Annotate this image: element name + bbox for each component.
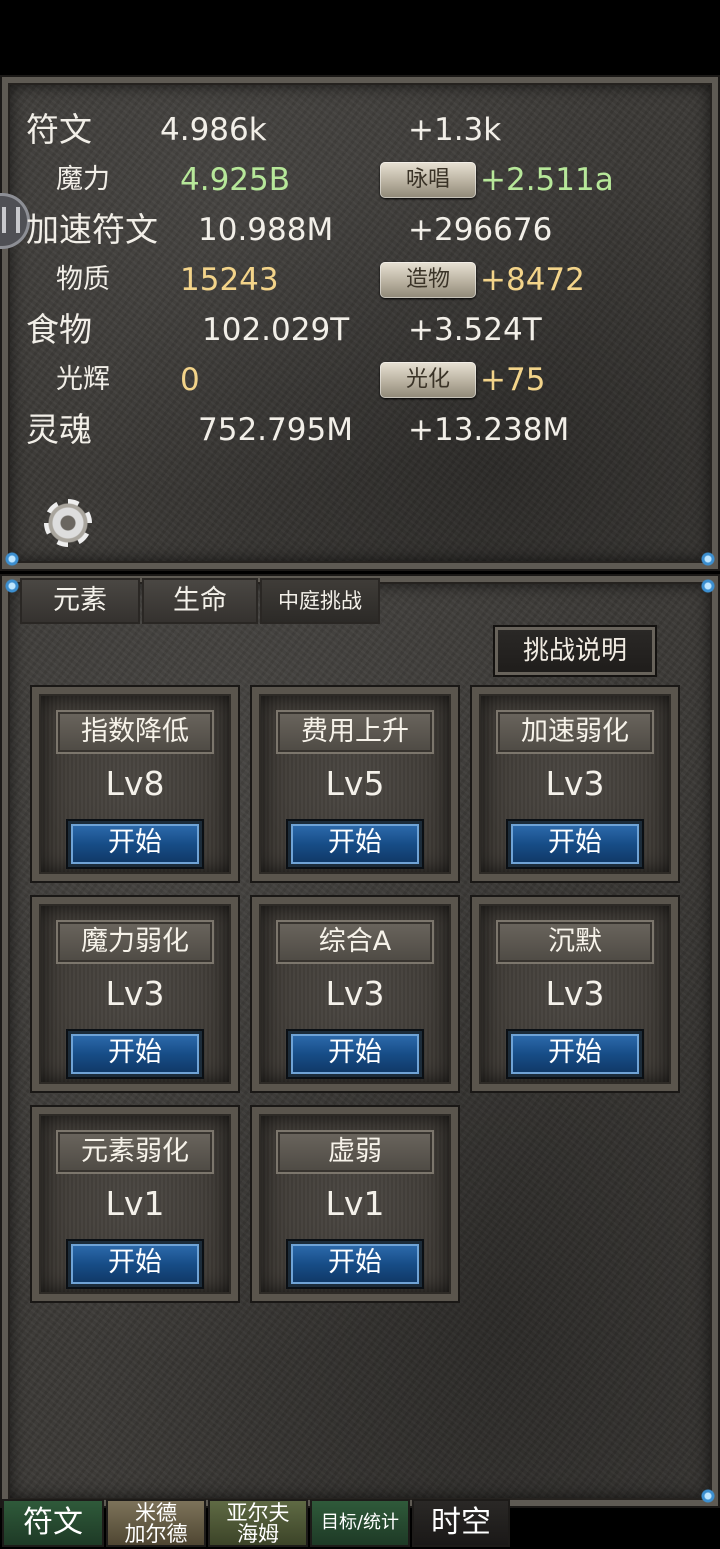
resource-value: 102.029T bbox=[202, 312, 350, 348]
challenge-title: 综合A bbox=[276, 920, 434, 964]
nav-tab-goals-stats[interactable]: 目标/统计 bbox=[310, 1499, 410, 1547]
challenge-start-button[interactable]: 开始 bbox=[288, 1031, 422, 1077]
nav-label-line: 米德 bbox=[135, 1501, 177, 1525]
resource-rate: +2.511a bbox=[480, 162, 614, 198]
resource-row: 光辉 0 光化 +75 bbox=[0, 358, 720, 402]
resource-action-button[interactable]: 造物 bbox=[380, 262, 476, 298]
challenge-title: 费用上升 bbox=[276, 710, 434, 754]
nav-tab-midgard[interactable]: 米德 加尔德 bbox=[106, 1499, 206, 1547]
challenge-level: Lv1 bbox=[325, 1184, 385, 1223]
tab-shengming[interactable]: 生命 bbox=[142, 578, 258, 624]
resource-row: 符文 4.986k +1.3k bbox=[0, 108, 720, 152]
resource-rate: +75 bbox=[480, 362, 546, 398]
challenge-title: 指数降低 bbox=[56, 710, 214, 754]
resource-name: 食物 bbox=[26, 310, 92, 349]
resource-row: 加速符文 10.988M +296676 bbox=[0, 208, 720, 252]
resource-row: 物质 15243 造物 +8472 bbox=[0, 258, 720, 302]
challenge-title: 魔力弱化 bbox=[56, 920, 214, 964]
challenge-card: 虚弱 Lv1 开始 bbox=[252, 1107, 458, 1301]
challenge-card: 魔力弱化 Lv3 开始 bbox=[32, 897, 238, 1091]
resource-row: 食物 102.029T +3.524T bbox=[0, 308, 720, 352]
challenge-start-button[interactable]: 开始 bbox=[288, 821, 422, 867]
resource-action-button[interactable]: 光化 bbox=[380, 362, 476, 398]
resource-rate: +296676 bbox=[408, 212, 553, 248]
challenge-title: 加速弱化 bbox=[496, 710, 654, 754]
corner-gem-icon bbox=[0, 545, 26, 573]
tab-zhongting-challenge[interactable]: 中庭挑战 bbox=[260, 578, 380, 624]
challenge-title: 沉默 bbox=[496, 920, 654, 964]
challenge-card: 沉默 Lv3 开始 bbox=[472, 897, 678, 1091]
challenge-level: Lv5 bbox=[325, 764, 385, 803]
resource-rate: +3.524T bbox=[408, 312, 542, 348]
challenge-card: 指数降低 Lv8 开始 bbox=[32, 687, 238, 881]
challenge-start-button[interactable]: 开始 bbox=[68, 1031, 202, 1077]
resource-name: 符文 bbox=[26, 110, 92, 149]
challenge-title: 元素弱化 bbox=[56, 1130, 214, 1174]
challenge-start-button[interactable]: 开始 bbox=[68, 821, 202, 867]
tab-yuansu[interactable]: 元素 bbox=[20, 578, 140, 624]
resource-value: 15243 bbox=[180, 262, 279, 298]
challenge-card: 综合A Lv3 开始 bbox=[252, 897, 458, 1091]
nav-label-line: 海姆 bbox=[237, 1522, 279, 1546]
challenge-title: 虚弱 bbox=[276, 1130, 434, 1174]
challenge-start-button[interactable]: 开始 bbox=[508, 1031, 642, 1077]
resource-rate: +8472 bbox=[480, 262, 585, 298]
resource-value: 752.795M bbox=[198, 412, 353, 448]
challenge-start-button[interactable]: 开始 bbox=[68, 1241, 202, 1287]
corner-gem-icon bbox=[694, 1482, 720, 1510]
resource-name: 魔力 bbox=[56, 164, 110, 195]
challenge-level: Lv8 bbox=[105, 764, 165, 803]
nav-tab-fuwen[interactable]: 符文 bbox=[2, 1499, 104, 1547]
challenge-explain-button[interactable]: 挑战说明 bbox=[495, 627, 655, 675]
nav-tab-spacetime[interactable]: 时空 bbox=[412, 1499, 510, 1547]
resource-value: 4.986k bbox=[160, 112, 267, 148]
resource-row: 灵魂 752.795M +13.238M bbox=[0, 408, 720, 452]
resource-rate: +13.238M bbox=[408, 412, 570, 448]
resource-name: 光辉 bbox=[56, 364, 110, 395]
challenge-level: Lv3 bbox=[325, 974, 385, 1013]
resource-value: 4.925B bbox=[180, 162, 291, 198]
nav-label-line: 加尔德 bbox=[124, 1522, 188, 1546]
nav-label-line: 亚尔夫 bbox=[226, 1501, 290, 1525]
resource-value: 10.988M bbox=[198, 212, 334, 248]
challenge-start-button[interactable]: 开始 bbox=[288, 1241, 422, 1287]
resource-value: 0 bbox=[180, 362, 200, 398]
challenge-level: Lv3 bbox=[105, 974, 165, 1013]
challenge-card: 费用上升 Lv5 开始 bbox=[252, 687, 458, 881]
challenge-level: Lv3 bbox=[545, 974, 605, 1013]
resource-name: 灵魂 bbox=[26, 410, 92, 449]
resource-name: 加速符文 bbox=[26, 210, 158, 249]
challenge-level: Lv1 bbox=[105, 1184, 165, 1223]
challenge-card: 加速弱化 Lv3 开始 bbox=[472, 687, 678, 881]
nav-tab-alfheim[interactable]: 亚尔夫 海姆 bbox=[208, 1499, 308, 1547]
corner-gem-icon bbox=[694, 545, 720, 573]
gear-icon[interactable] bbox=[44, 499, 92, 547]
resource-name: 物质 bbox=[56, 264, 110, 295]
challenge-level: Lv3 bbox=[545, 764, 605, 803]
challenge-start-button[interactable]: 开始 bbox=[508, 821, 642, 867]
corner-gem-icon bbox=[694, 572, 720, 600]
resource-rate: +1.3k bbox=[408, 112, 502, 148]
resource-action-button[interactable]: 咏唱 bbox=[380, 162, 476, 198]
challenge-card: 元素弱化 Lv1 开始 bbox=[32, 1107, 238, 1301]
resource-row: 魔力 4.925B 咏唱 +2.511a bbox=[0, 158, 720, 202]
